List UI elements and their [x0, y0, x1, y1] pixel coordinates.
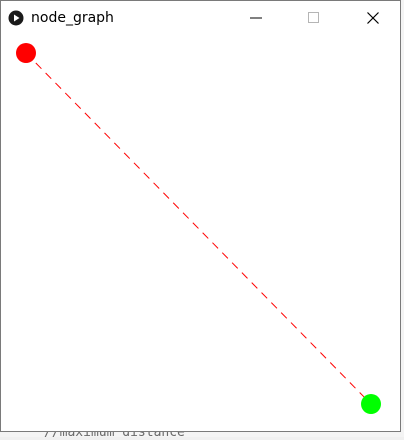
title-bar[interactable]: node_graph [1, 1, 400, 35]
sketch-window: node_graph [0, 0, 401, 432]
close-icon [367, 12, 379, 24]
maximize-icon [308, 12, 319, 23]
window-title: node_graph [31, 10, 114, 26]
graph-edge [25, 52, 372, 405]
close-button[interactable] [350, 1, 396, 35]
minimize-icon [250, 17, 262, 19]
graph-node-end[interactable] [361, 394, 381, 414]
processing-play-icon [8, 10, 24, 26]
sketch-canvas[interactable] [2, 35, 398, 430]
minimize-button[interactable] [233, 1, 279, 35]
graph-node-start[interactable] [16, 43, 36, 63]
maximize-button[interactable] [291, 1, 337, 35]
